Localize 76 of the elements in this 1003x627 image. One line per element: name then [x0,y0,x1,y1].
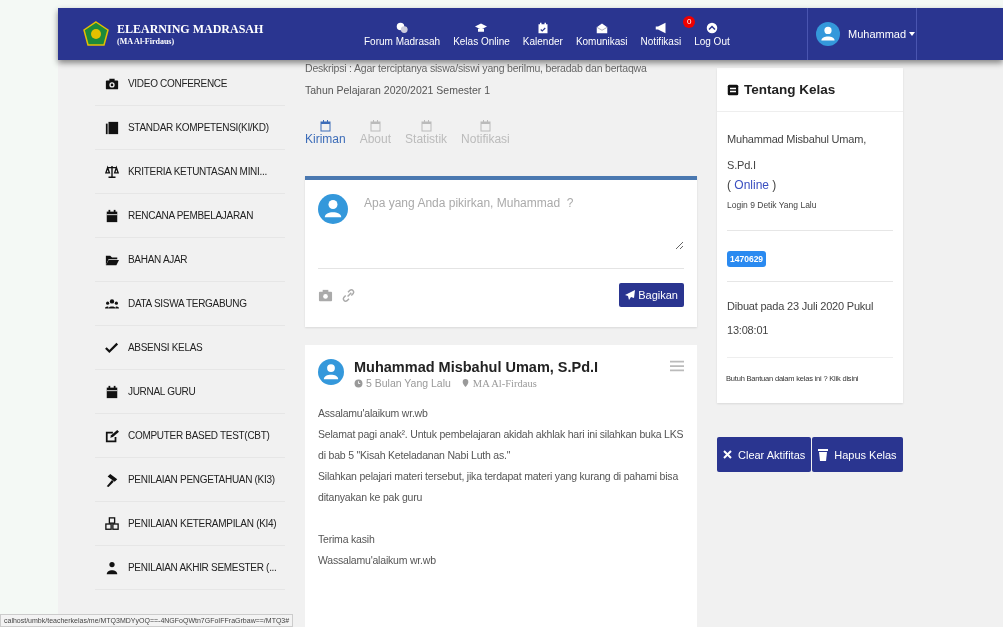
calendar-icon [369,120,381,132]
calendar-icon [105,208,119,223]
post-text: Silahkan pelajari materi tersebut, jika terdapat materi yang kurang di pahami bisa ditanyakan ke pak guru [318,469,680,505]
sidebar-item[interactable]: BAHAN AJAR [95,238,285,282]
sidebar-item[interactable]: STANDAR KOMPETENSI(KI/KD) [95,106,285,150]
post-text: Wassalamu'alaikum wr.wb [318,553,437,568]
logo-icon [83,21,109,47]
school-name: (MA Al-Firdaus) [117,37,176,46]
location-pin-icon [460,378,470,388]
action-button[interactable]: Clear Aktifitas [717,437,812,472]
camera-icon [105,76,119,91]
academic-year: Tahun Pelajaran 2020/2021 Semester 1 [305,84,492,96]
sidebar-item[interactable]: DATA SISWA TERGABUNG [95,282,285,326]
post-text: Assalamu'alaikum wr.wb [318,406,429,421]
contact-card-icon [727,83,739,96]
tab[interactable]: Kiriman [305,120,346,146]
brand-title: ELEARNING MADRASAH [117,22,264,37]
post-author: Muhammad Misbahul Umam, S.Pd.I [354,359,599,375]
avatar-icon [816,22,840,46]
megaphone-icon [654,21,667,34]
nav-link[interactable]: Notifikasi [640,21,682,47]
close-icon [723,450,732,459]
edit-icon [105,428,119,443]
send-icon [625,290,636,300]
post-text: Selamat pagi anak². Untuk pembelajaran akidah akhlak hari ini silahkan buka LKS di bab 5 "Kisah Keteladanan Nabi Luth as." [318,427,684,463]
class-description: Deskripsi : Agar terciptanya siswa/siswi yang berilmu, beradab dan bertaqwa [305,62,648,76]
menu-icon [670,359,684,373]
notification-badge: 0 [683,15,696,28]
post-location: MA Al-Firdaus [472,377,537,389]
calendar-icon [479,120,491,132]
trash-icon [818,448,829,461]
last-login: Login 9 Detik Yang Lalu [727,200,893,231]
nav-link[interactable]: Kelas Online [453,21,510,47]
calendar-icon [420,120,432,132]
camera-icon [318,287,333,303]
users-icon [105,296,119,311]
avatar-icon [318,359,344,385]
gavel-icon [105,472,119,487]
scale-icon [105,164,119,179]
sidebar-item[interactable]: ABSENSI KELAS [95,326,285,370]
graduation-cap-icon [475,21,488,34]
created-date: Dibuat pada 23 Juli 2020 Pukul 13:08:01 [727,282,893,358]
sidebar-item[interactable]: JURNAL GURU [95,370,285,414]
person-icon [105,560,119,575]
action-button[interactable]: Hapus Kelas [812,437,903,472]
class-code: 1470629 [727,251,767,267]
sidebar-item[interactable]: VIDEO CONFERENCE [95,62,285,106]
calendar-icon [319,120,331,132]
card-title: Tentang Kelas [744,82,836,97]
sidebar-item[interactable]: RENCANA PEMBELAJARAN [95,194,285,238]
post-time: 5 Bulan Yang Lalu [366,377,451,389]
sidebar-item[interactable]: COMPUTER BASED TEST(CBT) [95,414,285,458]
online-status: ( Online ) [727,178,778,192]
avatar-icon [318,194,348,224]
nav-link[interactable]: Kalender [522,21,563,47]
book-icon [105,120,119,135]
nav-link[interactable]: Forum Madrasah [364,21,441,47]
nav-link[interactable]: Komunikasi [575,21,628,47]
clock-icon [354,378,363,388]
calendar-icon [536,21,549,34]
envelope-icon [595,21,608,34]
sidebar-item[interactable]: KRITERIA KETUNTASAN MINI... [95,150,285,194]
checkmark-icon [105,340,119,355]
cubes-icon [105,516,119,531]
calendar-icon [105,384,119,399]
chevron-up-icon [705,21,718,34]
link-icon [341,287,356,303]
sidebar-item[interactable]: PENILAIAN KETERAMPILAN (KI4) [95,502,285,546]
user-menu[interactable]: Muhammad [848,28,916,40]
share-button[interactable]: Bagikan [619,283,684,307]
sidebar-item[interactable]: PENILAIAN AKHIR SEMESTER (... [95,546,285,590]
sidebar-item[interactable]: PENILAIAN PENGETAHUAN (KI3) [95,458,285,502]
nav-link[interactable]: Log Out [694,21,730,47]
teacher-name: Muhammad Misbahul Umam, S.Pd.I [727,132,868,173]
chat-icon [396,21,409,34]
post-text: Terima kasih [318,532,376,547]
